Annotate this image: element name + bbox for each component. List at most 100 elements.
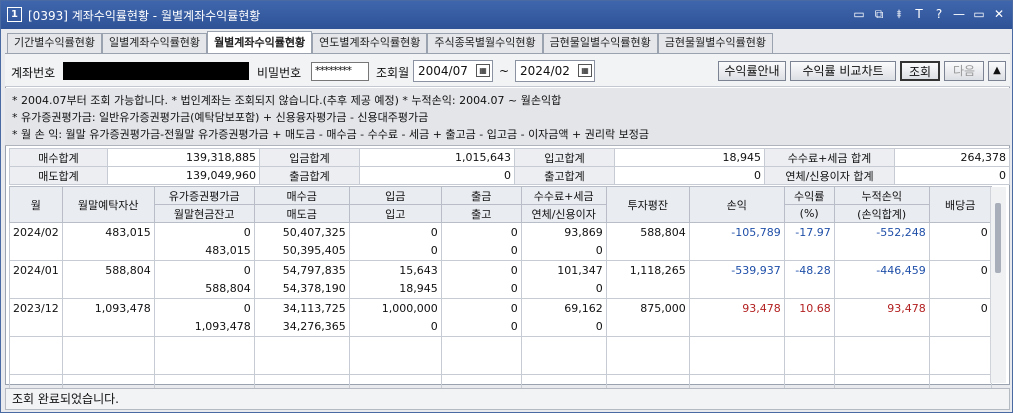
table-row[interactable]: 2023/12 1,093,478 0 34,113,725 1,000,000… [9,298,992,318]
tab-monthly-return[interactable]: 월별계좌수익률현황 [207,31,313,53]
status-bar: 조회 완료되었습니다. [5,388,1010,410]
account-number-field[interactable] [63,62,249,80]
help-icon[interactable]: ? [932,6,946,22]
header-pnl[interactable]: 손익 [688,186,785,223]
tab-daily-return[interactable]: 일별계좌수익률현황 [101,33,208,53]
summary-table: 매수합계 139,318,885 입금합계 1,015,643 입고합계 18,… [9,148,1010,185]
header-sell[interactable]: 매도금 [253,204,350,223]
cell-deposit: 483,015 [61,222,155,242]
from-month-field[interactable]: 2004/07 ▦ [413,60,493,82]
collapse-button[interactable]: ▲ [988,61,1006,81]
header-securities[interactable]: 유가증권평가금 [153,186,255,205]
summary-label: 매도합계 [9,166,108,185]
cell-dividend: 0 [928,260,992,280]
header-withdraw[interactable]: 출금 [440,186,522,205]
cell-month: 2024/01 [9,260,63,280]
tab-stock-monthly[interactable]: 주식종목별월수익현황 [427,33,543,53]
tab-bar: 기간별수익률현황 일별계좌수익률현황 월별계좌수익률현황 연도별계좌수익률현황 … [7,31,773,53]
to-month-field[interactable]: 2024/02 ▦ [515,60,595,82]
return-guide-button[interactable]: 수익률안내 [718,61,786,81]
cell-cumulative: -446,459 [833,260,930,280]
header-stock-in[interactable]: 입고 [348,204,442,223]
minimize-icon[interactable]: — [952,6,966,22]
summary-label: 입금합계 [259,148,360,167]
summary-label: 출금합계 [259,166,360,185]
from-month-value: 2004/07 [418,64,468,78]
cell-stock-out: 0 [440,241,522,261]
window-title: [0393] 계좌수익률현황 - 월별계좌수익률현황 [28,9,261,23]
cell-cumulative: 93,478 [833,298,930,318]
summary-value: 0 [894,166,1010,185]
header-interest[interactable]: 연체/신용이자 [520,204,607,223]
cell-cash: 1,093,478 [153,317,255,337]
cell-interest: 0 [520,241,607,261]
search-button[interactable]: 조회 [900,61,940,81]
grid-header-row: 월 월말예탁자산 유가증권평가금 매수금 입금 출금 수수료+세금 투자평잔 손… [9,186,992,223]
cell-deposit-in: 15,643 [348,260,442,280]
compare-chart-button[interactable]: 수익률 비교차트 [790,61,896,81]
summary-value: 1,015,643 [359,148,515,167]
table-row[interactable]: 2024/01 588,804 0 54,797,835 15,643 0 10… [9,260,992,280]
header-cumulative[interactable]: 누적손익 [833,186,930,205]
cell-principal: 875,000 [605,298,690,318]
cell-pnl: -105,789 [688,222,785,242]
cell-buy: 34,113,725 [253,298,350,318]
cell-buy: 54,797,835 [253,260,350,280]
table-row[interactable]: 483,015 50,395,405 0 0 0 [9,241,992,261]
cell-cumulative: -552,248 [833,222,930,242]
header-dividend[interactable]: 배당금 [928,186,992,223]
header-buy[interactable]: 매수금 [253,186,350,205]
tab-yearly-return[interactable]: 연도별계좌수익률현황 [312,33,428,53]
title-bar: 1 [0393] 계좌수익률현황 - 월별계좌수익률현황 ▭ ⧉ ⯒ T ? —… [1,1,1012,29]
next-button[interactable]: 다음 [944,61,984,81]
cell-month: 2023/12 [9,298,63,318]
copy-window-icon[interactable]: ⧉ [872,6,886,22]
tab-gold-daily[interactable]: 금현물일별수익률현황 [542,33,658,53]
cell-stock-in: 18,945 [348,279,442,299]
to-month-value: 2024/02 [520,64,570,78]
summary-row: 매도합계 139,049,960 출금합계 0 출고합계 0 연체/신용이자 합… [9,166,1010,185]
pin-icon[interactable]: ⯒ [892,6,906,22]
titlebar-controls: ▭ ⧉ ⯒ T ? — ▭ ✕ [852,6,1006,22]
password-field[interactable]: ******** [311,62,369,81]
cell-stock-out: 0 [440,279,522,299]
header-deposit-in[interactable]: 입금 [348,186,442,205]
info-line-2: * 유가증권평가금: 일반유가증권평가금(예탁담보포함) + 신용융자평가금 -… [12,111,429,124]
calendar-icon[interactable]: ▦ [476,64,490,77]
header-fee[interactable]: 수수료+세금 [520,186,607,205]
header-stock-out[interactable]: 출고 [440,204,522,223]
header-cumulative-sub[interactable]: (손익합계) [833,204,930,223]
summary-value: 0 [614,166,765,185]
header-month[interactable]: 월 [9,186,63,223]
header-rate[interactable]: 수익률 [783,186,835,205]
tab-period-return[interactable]: 기간별수익률현황 [7,33,102,53]
info-notes: * 2004.07부터 조회 가능합니다. * 법인계좌는 조회되지 않습니다.… [5,88,1010,146]
cell-withdraw: 0 [440,260,522,280]
header-deposit[interactable]: 월말예탁자산 [61,186,155,223]
cell-buy: 50,407,325 [253,222,350,242]
header-principal[interactable]: 투자평잔 [605,186,690,223]
table-row[interactable]: 2024/02 483,015 0 50,407,325 0 0 93,869 … [9,222,992,242]
font-icon[interactable]: T [912,6,926,22]
table-row[interactable]: 1,093,478 34,276,365 0 0 0 [9,317,992,337]
header-cash[interactable]: 월말현금잔고 [153,204,255,223]
link-icon[interactable]: ▭ [852,6,866,22]
tilde-separator: ~ [499,64,510,78]
maximize-icon[interactable]: ▭ [972,6,986,22]
cell-pnl: 93,478 [688,298,785,318]
cell-rate: -48.28 [783,260,835,280]
vertical-scrollbar[interactable] [990,187,1006,383]
scrollbar-thumb[interactable] [995,203,1001,273]
tab-gold-monthly[interactable]: 금현물월별수익률현황 [657,33,773,53]
grid-header-row: 월말현금잔고 매도금 입고 출고 연체/신용이자 (%) (손익합계) [10,204,992,223]
summary-label: 연체/신용이자 합계 [764,166,895,185]
main-window: 1 [0393] 계좌수익률현황 - 월별계좌수익률현황 ▭ ⧉ ⯒ T ? —… [0,0,1013,413]
cell-fee: 69,162 [520,298,607,318]
table-row[interactable]: 588,804 54,378,190 18,945 0 0 [9,279,992,299]
summary-label: 매수합계 [9,148,108,167]
calendar-icon[interactable]: ▦ [578,64,592,77]
cell-withdraw: 0 [440,222,522,242]
close-icon[interactable]: ✕ [992,6,1006,22]
info-line-1: * 2004.07부터 조회 가능합니다. * 법인계좌는 조회되지 않습니다.… [12,94,562,107]
header-rate-unit[interactable]: (%) [783,204,835,223]
